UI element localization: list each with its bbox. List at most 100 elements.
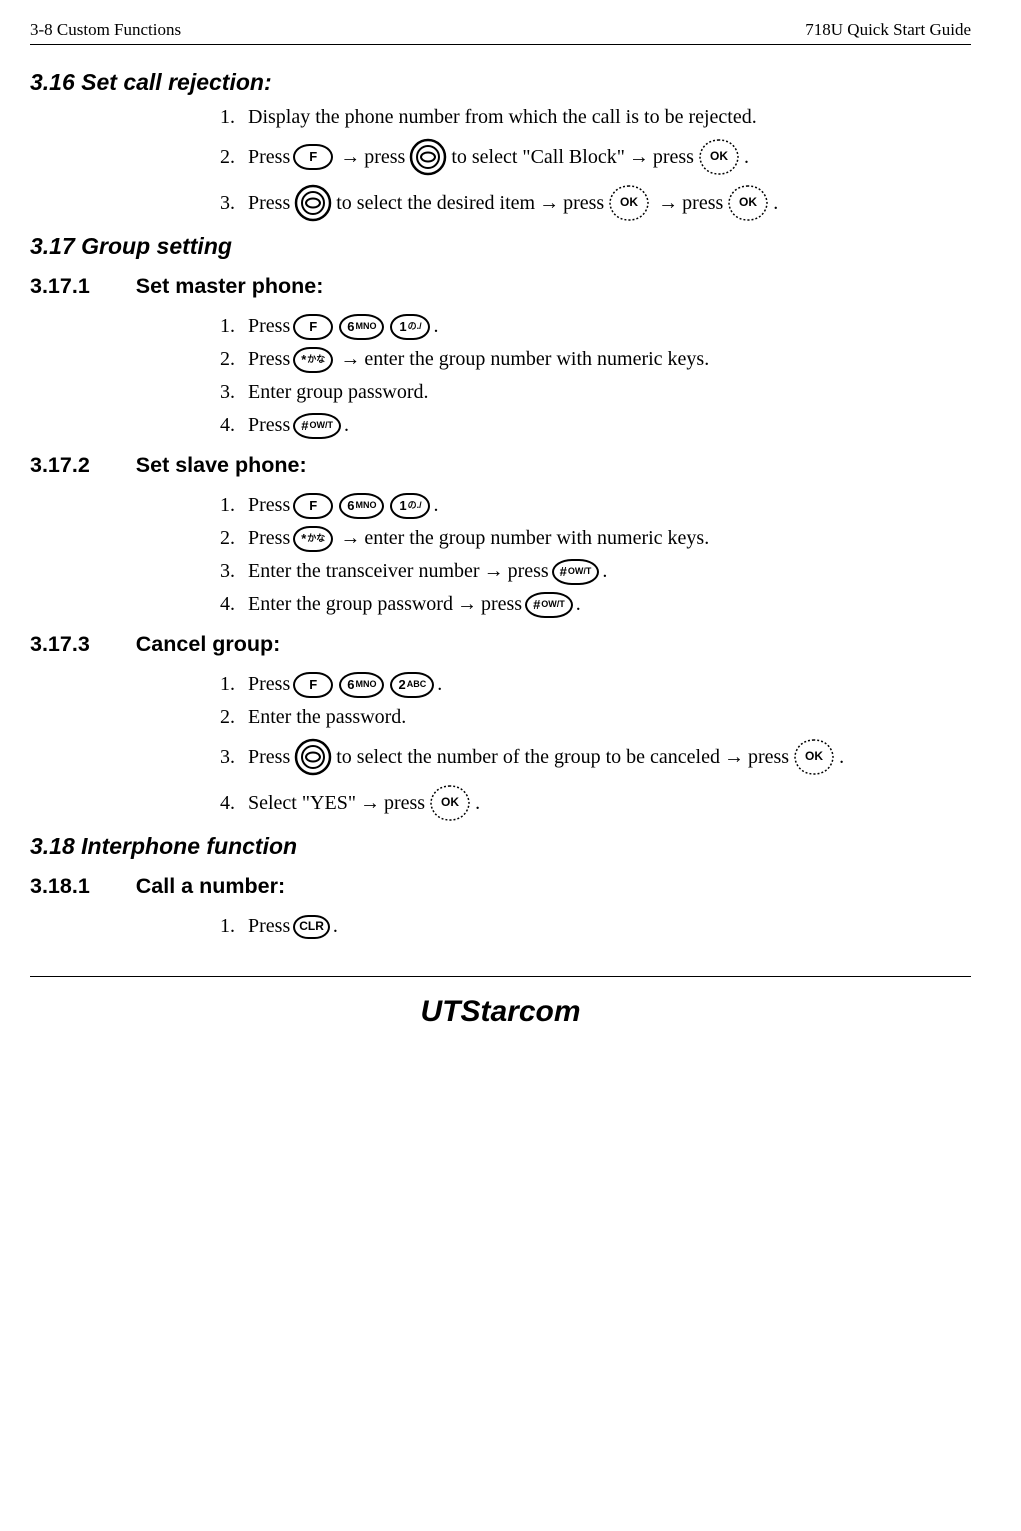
step-number: 1. [220,492,248,519]
step-text: to select the desired item [336,190,535,217]
hash-key-icon: #OW/T [552,559,600,585]
header-rule [30,44,971,45]
section-3-17-title: 3.17 Group setting [30,233,971,260]
logo-suffix: Starcom [460,995,580,1028]
step-text: Press [248,346,290,373]
ok-key-icon: OK [726,183,770,223]
six-key-icon: 6MNO [339,493,384,519]
step-number: 3. [220,190,248,217]
arrow-icon: → [457,591,477,618]
section-3-16-title: 3.16 Set call rejection: [30,69,971,96]
ok-key-icon: OK [607,183,651,223]
list-item: 2. Enter the password. [220,704,971,731]
step-text: Enter the transceiver number [248,558,480,585]
list-item: 2. Press *かな → enter the group number wi… [220,525,971,552]
list-item: 1. Press F 6MNO 2ABC . [220,671,971,698]
list-item: 3. Enter group password. [220,379,971,406]
step-text: Press [248,913,290,940]
star-key-icon: *かな [293,347,333,373]
subsection-number: 3.17.2 [30,453,90,478]
star-key-icon: *かな [293,526,333,552]
list-item: 3. Press to select the desired item → pr… [220,183,971,223]
step-number: 1. [220,913,248,940]
f-key-icon: F [293,672,333,698]
step-text: press [481,591,522,618]
six-key-icon: 6MNO [339,314,384,340]
subsection-title: Cancel group: [136,632,281,657]
step-text: to select "Call Block" [451,144,625,171]
section-3-18-title: 3.18 Interphone function [30,833,971,860]
step-text: press [364,144,405,171]
subsection-3-17-3: 3.17.3 Cancel group: [30,632,971,657]
step-number: 1. [220,313,248,340]
step-number: 2. [220,704,248,731]
step-number: 4. [220,412,248,439]
step-text: enter the group number with numeric keys… [364,525,709,552]
ok-key-icon: OK [428,783,472,823]
step-text: press [748,744,789,771]
nav-wheel-icon [293,183,333,223]
step-text: . [744,144,749,171]
one-key-icon: 1の./ [390,493,430,519]
subsection-3-18-1: 3.18.1 Call a number: [30,874,971,899]
f-key-icon: F [293,144,333,170]
step-number: 4. [220,591,248,618]
step-text: Press [248,492,290,519]
step-text: Enter group password. [248,379,429,406]
six-key-icon: 6MNO [339,672,384,698]
step-text: Press [248,313,290,340]
list-item: 4. Select "YES" → press OK . [220,783,971,823]
step-text: . [839,744,844,771]
one-key-icon: 1の./ [390,314,430,340]
nav-wheel-icon [408,137,448,177]
header-right: 718U Quick Start Guide [805,20,971,40]
step-text: . [576,591,581,618]
step-text: Select "YES" [248,790,356,817]
two-key-icon: 2ABC [390,672,434,698]
subsection-3-17-1: 3.17.1 Set master phone: [30,274,971,299]
svg-text:OK: OK [739,195,757,209]
nav-wheel-icon [293,737,333,777]
step-text: press [508,558,549,585]
step-text: press [653,144,694,171]
list-item: 4. Enter the group password → press #OW/… [220,591,971,618]
arrow-icon: → [539,190,559,217]
arrow-icon: → [658,190,678,217]
step-number: 3. [220,558,248,585]
footer-rule [30,976,971,977]
step-text: Press [248,412,290,439]
subsection-number: 3.17.3 [30,632,90,657]
arrow-icon: → [629,144,649,171]
svg-text:OK: OK [441,795,459,809]
step-text: . [475,790,480,817]
page: 3-8 Custom Functions 718U Quick Start Gu… [0,0,1021,1531]
hash-key-icon: #OW/T [525,592,573,618]
arrow-icon: → [340,525,360,552]
step-number: 1. [220,671,248,698]
f-key-icon: F [293,493,333,519]
step-number: 2. [220,525,248,552]
step-number: 2. [220,346,248,373]
arrow-icon: → [484,558,504,585]
f-key-icon: F [293,314,333,340]
step-number: 2. [220,144,248,171]
step-text: Press [248,671,290,698]
list-item: 3. Press to select the number of the gro… [220,737,971,777]
step-text: . [433,492,438,519]
list-item: 4. Press #OW/T . [220,412,971,439]
clr-key-icon: CLR [293,915,330,939]
list-item: 2. Press F → press to select "Call Block… [220,137,971,177]
step-text: enter the group number with numeric keys… [364,346,709,373]
list-item: 2. Press *かな → enter the group number wi… [220,346,971,373]
arrow-icon: → [724,744,744,771]
list-item: 3. Enter the transceiver number → press … [220,558,971,585]
svg-text:OK: OK [805,749,823,763]
step-text: Press [248,190,290,217]
step-number: 3. [220,744,248,771]
step-text: press [682,190,723,217]
ok-key-icon: OK [697,137,741,177]
arrow-icon: → [360,790,380,817]
step-text: press [563,190,604,217]
footer-logo: UTStarcom [30,995,971,1029]
step-text: Press [248,744,290,771]
